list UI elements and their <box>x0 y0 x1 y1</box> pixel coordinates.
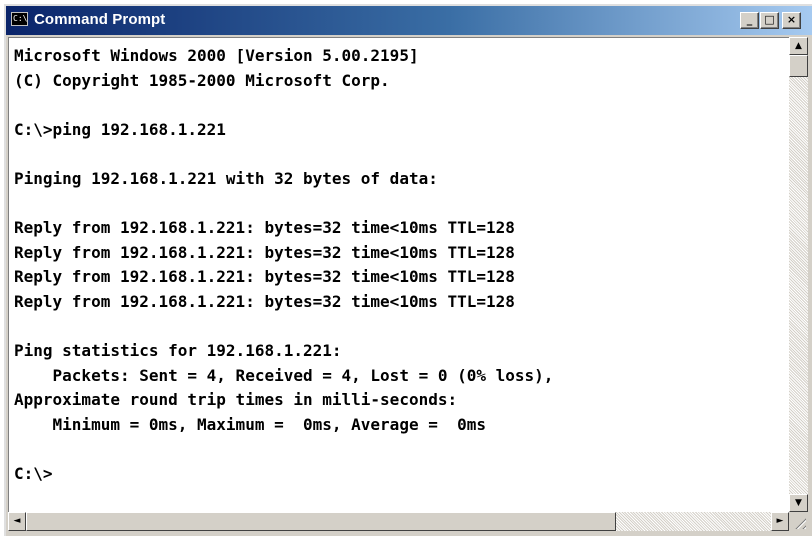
window-title: Command Prompt <box>34 11 166 28</box>
console-line: (C) Copyright 1985-2000 Microsoft Corp. <box>14 70 390 90</box>
console-prompt-line[interactable]: C:\> <box>14 464 53 483</box>
console-line: Reply from 192.168.1.221: bytes=32 time<… <box>14 242 515 262</box>
console-line: Minimum = 0ms, Maximum = 0ms, Average = … <box>14 414 487 434</box>
console-line: C:\>ping 192.168.1.221 <box>14 119 226 139</box>
console-output-area[interactable]: Microsoft Windows 2000 [Version 5.00.219… <box>8 37 789 512</box>
scroll-up-button[interactable]: ▲ <box>789 37 808 55</box>
maximize-button[interactable]: □ <box>760 12 779 29</box>
horizontal-scroll-thumb[interactable] <box>26 512 616 531</box>
console-line: Pinging 192.168.1.221 with 32 bytes of d… <box>14 168 438 188</box>
arrow-up-icon: ▲ <box>795 41 802 51</box>
close-button[interactable]: × <box>782 12 801 29</box>
console-app-icon[interactable]: C:\ <box>11 12 28 26</box>
scroll-down-button[interactable]: ▼ <box>789 494 808 512</box>
console-line: Reply from 192.168.1.221: bytes=32 time<… <box>14 267 515 287</box>
vertical-scrollbar[interactable]: ▲ ▼ <box>789 37 808 512</box>
arrow-left-icon: ◄ <box>13 516 21 526</box>
minimize-button[interactable]: _ <box>740 12 759 29</box>
scroll-right-button[interactable]: ► <box>771 512 789 531</box>
horizontal-scrollbar[interactable]: ◄ ► <box>8 512 789 531</box>
arrow-right-icon: ► <box>776 516 784 526</box>
console-text: Microsoft Windows 2000 [Version 5.00.219… <box>9 38 789 487</box>
arrow-down-icon: ▼ <box>795 498 802 508</box>
console-line: Reply from 192.168.1.221: bytes=32 time<… <box>14 291 515 311</box>
console-line: Microsoft Windows 2000 [Version 5.00.219… <box>14 46 419 65</box>
title-bar[interactable]: C:\ Command Prompt _ □ × <box>6 6 812 35</box>
command-prompt-window: C:\ Command Prompt _ □ × Microsoft Windo… <box>4 4 812 536</box>
console-line: Approximate round trip times in milli-se… <box>14 390 458 410</box>
console-line: Reply from 192.168.1.221: bytes=32 time<… <box>14 218 515 238</box>
console-line: Ping statistics for 192.168.1.221: <box>14 341 342 361</box>
console-line: Packets: Sent = 4, Received = 4, Lost = … <box>14 365 554 385</box>
resize-grip-icon[interactable] <box>789 512 808 531</box>
scroll-left-button[interactable]: ◄ <box>8 512 26 531</box>
vertical-scroll-thumb[interactable] <box>789 55 808 77</box>
